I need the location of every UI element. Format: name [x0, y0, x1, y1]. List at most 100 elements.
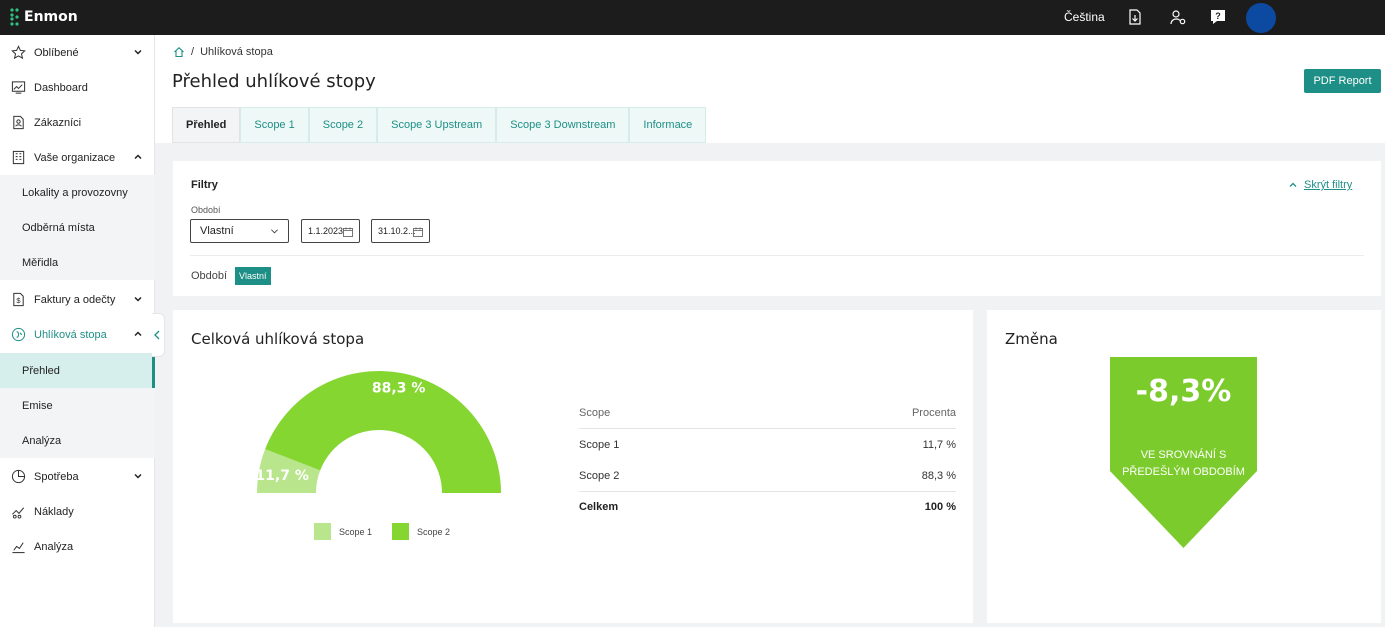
chevron-up-icon — [134, 331, 142, 337]
legend-label: Scope 1 — [339, 526, 373, 537]
breadcrumb-current: Uhlíková stopa — [200, 46, 273, 58]
sidebar-item-label: Zákazníci — [34, 116, 82, 129]
date-to-input[interactable]: 31.10.2... — [371, 219, 430, 243]
sidebar-item-label: Uhlíková stopa — [34, 328, 107, 341]
tab-scope-1[interactable]: Scope 1 — [240, 107, 309, 143]
user-settings-icon[interactable] — [1169, 8, 1187, 26]
sidebar-collapse-button[interactable] — [152, 313, 165, 357]
chevron-down-icon — [134, 296, 142, 302]
help-chat-icon[interactable]: ? — [1209, 8, 1227, 26]
sidebar-item-organization[interactable]: Vaše organizace — [0, 140, 155, 175]
sidebar-item-label: Dashboard — [34, 81, 88, 94]
scope-table: Scope Procenta Scope 1 11,7 % Scope 2 88… — [579, 398, 956, 522]
star-icon — [11, 45, 26, 60]
chevron-down-icon — [271, 229, 278, 234]
table-total-row: Celkem 100 % — [579, 491, 956, 522]
home-icon[interactable] — [173, 46, 185, 58]
sidebar: Oblíbené Dashboard Zákazníci Vaše organi… — [0, 35, 155, 627]
chevron-left-icon — [154, 330, 160, 340]
table-cell: Scope 1 — [579, 438, 620, 451]
invoice-icon: $ — [13, 292, 24, 307]
sidebar-item-label: Měřidla — [22, 256, 59, 269]
period-label: Období — [191, 205, 221, 215]
sidebar-item-meters[interactable]: Měřidla — [0, 245, 155, 280]
footprint-icon — [11, 327, 26, 342]
chevron-up-icon — [1289, 182, 1297, 187]
legend-item[interactable]: Scope 1 — [314, 523, 372, 540]
filters-panel: Filtry Skrýt filtry Období Vlastní 1.1.2… — [173, 161, 1381, 296]
filters-title: Filtry — [191, 179, 218, 191]
sidebar-item-label: Odběrná místa — [22, 221, 95, 234]
sidebar-item-invoices[interactable]: $ Faktury a odečty — [0, 282, 155, 317]
sidebar-item-label: Lokality a provozovny — [22, 186, 128, 199]
calendar-icon — [343, 227, 353, 237]
sidebar-item-overview[interactable]: Přehled — [0, 353, 155, 388]
sidebar-item-customers[interactable]: Zákazníci — [0, 105, 155, 140]
sidebar-item-label: Přehled — [22, 364, 60, 377]
analytics-icon — [12, 542, 25, 554]
sidebar-item-costs[interactable]: Náklady — [0, 494, 155, 529]
sidebar-item-favorites[interactable]: Oblíbené — [0, 35, 155, 70]
table-row: Scope 2 88,3 % — [579, 460, 956, 491]
chevron-up-icon — [134, 154, 142, 160]
table-cell: Scope 2 — [579, 469, 620, 482]
table-header: Scope Procenta — [579, 398, 956, 429]
chevron-down-icon — [134, 473, 142, 479]
table-cell: 11,7 % — [922, 438, 956, 451]
user-avatar[interactable] — [1246, 3, 1276, 33]
tab-scope-2[interactable]: Scope 2 — [308, 107, 378, 143]
brand-logo[interactable]: Enmon — [10, 8, 78, 26]
sidebar-item-dashboard[interactable]: Dashboard — [0, 70, 155, 105]
sidebar-item-locations[interactable]: Lokality a provozovny — [0, 175, 155, 210]
half-donut-chart: 11,7 % 88,3 % — [255, 371, 501, 493]
pie-chart-icon — [11, 469, 26, 484]
date-from-input[interactable]: 1.1.2023 — [301, 219, 360, 243]
language-switcher[interactable]: Čeština — [1064, 10, 1105, 24]
logo-icon — [10, 8, 19, 26]
date-from-value: 1.1.2023 — [308, 226, 344, 236]
sidebar-item-analysis[interactable]: Analýza — [0, 529, 155, 564]
table-cell: 88,3 % — [921, 469, 956, 482]
document-download-icon[interactable] — [1126, 8, 1144, 26]
legend-item[interactable]: Scope 2 — [392, 523, 450, 540]
card-title: Změna — [1005, 330, 1058, 348]
change-value: -8,3% — [1135, 374, 1232, 409]
sidebar-item-carbon-footprint[interactable]: Uhlíková stopa — [0, 317, 155, 352]
top-bar: Enmon Čeština ? — [0, 0, 1385, 35]
tab-information[interactable]: Informace — [629, 107, 707, 143]
tab-scope-3-upstream[interactable]: Scope 3 Upstream — [377, 107, 497, 143]
column-header: Procenta — [911, 407, 956, 419]
sidebar-item-emissions[interactable]: Emise — [0, 388, 155, 423]
chevron-down-icon — [134, 49, 142, 55]
tab-overview[interactable]: Přehled — [172, 107, 241, 143]
sidebar-item-label: Faktury a odečty — [34, 293, 116, 306]
table-row: Scope 1 11,7 % — [579, 429, 956, 460]
building-icon — [12, 150, 25, 165]
breadcrumb: / Uhlíková stopa — [173, 46, 273, 58]
slice-label: 11,7 % — [255, 468, 308, 484]
chart-line-icon — [11, 81, 26, 94]
sidebar-item-label: Náklady — [34, 505, 74, 518]
active-filter-chip[interactable]: Vlastní — [235, 267, 271, 285]
change-description: VE SROVNÁNÍ S PŘEDEŠLÝM OBDOBÍM — [1122, 449, 1245, 478]
date-to-value: 31.10.2... — [378, 226, 416, 236]
sidebar-item-label: Analýza — [34, 540, 74, 553]
divider — [190, 255, 1364, 256]
column-header: Scope — [579, 407, 611, 419]
hide-filters-link[interactable]: Skrýt filtry — [1288, 179, 1352, 191]
page-title: Přehled uhlíkové stopy — [172, 71, 376, 92]
tab-scope-3-downstream[interactable]: Scope 3 Downstream — [496, 107, 630, 143]
brand-name: Enmon — [24, 9, 78, 25]
active-filter-label: Období — [191, 270, 228, 282]
sidebar-item-supply-points[interactable]: Odběrná místa — [0, 210, 155, 245]
sidebar-item-label: Vaše organizace — [34, 151, 116, 164]
legend-swatch — [314, 523, 331, 540]
sidebar-item-carbon-analysis[interactable]: Analýza — [0, 423, 155, 458]
pdf-report-button[interactable]: PDF Report — [1304, 69, 1381, 93]
page-header: / Uhlíková stopa Přehled uhlíkové stopy … — [155, 35, 1385, 143]
period-select[interactable]: Vlastní — [190, 219, 289, 243]
table-cell: Celkem — [579, 501, 619, 513]
sidebar-item-consumption[interactable]: Spotřeba — [0, 459, 155, 494]
chart-legend: Scope 1 Scope 2 — [314, 523, 450, 540]
total-footprint-card: Celková uhlíková stopa 11,7 % 88,3 % Scop… — [173, 310, 973, 623]
